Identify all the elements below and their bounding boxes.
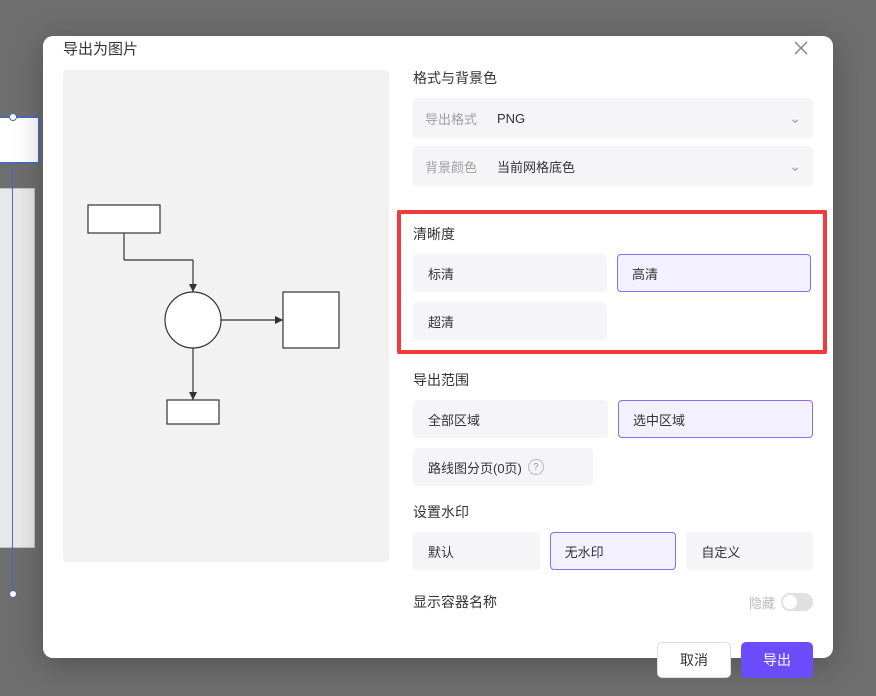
chevron-down-icon: ⌄ (789, 110, 801, 127)
help-icon[interactable]: ? (528, 459, 544, 475)
watermark-section: 设置水印 默认 无水印 自定义 (413, 502, 813, 570)
export-format-select[interactable]: 导出格式 PNG ⌄ (413, 98, 813, 138)
export-button[interactable]: 导出 (741, 642, 813, 678)
format-section: 格式与背景色 导出格式 PNG ⌄ 背景颜色 当前网格底色 ⌄ (413, 68, 813, 194)
clarity-option-standard[interactable]: 标清 (413, 254, 607, 292)
toggle-label: 隐藏 (749, 593, 775, 612)
bg-value: 当前网格底色 (497, 157, 789, 176)
range-option-selected[interactable]: 选中区域 (618, 400, 813, 438)
watermark-option-custom[interactable]: 自定义 (686, 532, 813, 570)
format-section-title: 格式与背景色 (413, 68, 813, 88)
bg-handle-top (9, 113, 17, 121)
close-button[interactable] (789, 36, 813, 60)
chevron-down-icon: ⌄ (789, 158, 801, 175)
background-color-select[interactable]: 背景颜色 当前网格底色 ⌄ (413, 146, 813, 186)
toggle-wrap: 隐藏 (749, 593, 813, 612)
watermark-option-none[interactable]: 无水印 (550, 532, 677, 570)
bg-side-panel (0, 188, 35, 548)
watermark-option-default[interactable]: 默认 (413, 532, 540, 570)
modal-title: 导出为图片 (63, 38, 138, 59)
format-value: PNG (497, 111, 789, 126)
modal-body: 格式与背景色 导出格式 PNG ⌄ 背景颜色 当前网格底色 ⌄ 清晰度 标清 高… (43, 60, 833, 696)
bg-handle-bottom (9, 590, 17, 598)
bg-label: 背景颜色 (425, 157, 497, 176)
container-name-row: 显示容器名称 隐藏 (413, 592, 813, 612)
settings-panel: 格式与背景色 导出格式 PNG ⌄ 背景颜色 当前网格底色 ⌄ 清晰度 标清 高… (413, 60, 813, 678)
format-label: 导出格式 (425, 109, 497, 128)
hide-container-toggle[interactable] (781, 593, 813, 611)
preview-pane (63, 70, 389, 562)
watermark-section-title: 设置水印 (413, 502, 813, 522)
modal-header: 导出为图片 (43, 36, 833, 60)
clarity-option-hd[interactable]: 高清 (617, 254, 811, 292)
watermark-options: 默认 无水印 自定义 (413, 532, 813, 570)
bg-selection-line (12, 121, 13, 591)
range-option-all[interactable]: 全部区域 (413, 400, 608, 438)
container-name-label: 显示容器名称 (413, 592, 497, 612)
clarity-option-ultra[interactable]: 超清 (413, 302, 607, 340)
range-section-title: 导出范围 (413, 370, 813, 390)
pagination-label: 路线图分页(0页) (428, 458, 522, 477)
export-image-modal: 导出为图片 格式与背景色 (43, 36, 833, 658)
range-options: 全部区域 选中区域 路线图分页(0页) ? (413, 400, 813, 486)
close-icon (794, 41, 808, 55)
clarity-section-title: 清晰度 (413, 224, 811, 244)
modal-footer: 取消 导出 (413, 628, 813, 678)
preview-diagram (83, 200, 369, 460)
range-section: 导出范围 全部区域 选中区域 路线图分页(0页) ? (413, 370, 813, 486)
clarity-options: 标清 高清 超清 (413, 254, 811, 340)
bg-selected-shape (0, 116, 40, 164)
cancel-button[interactable]: 取消 (657, 642, 731, 678)
range-option-pagination[interactable]: 路线图分页(0页) ? (413, 448, 593, 486)
clarity-section-highlight: 清晰度 标清 高清 超清 (397, 210, 827, 354)
